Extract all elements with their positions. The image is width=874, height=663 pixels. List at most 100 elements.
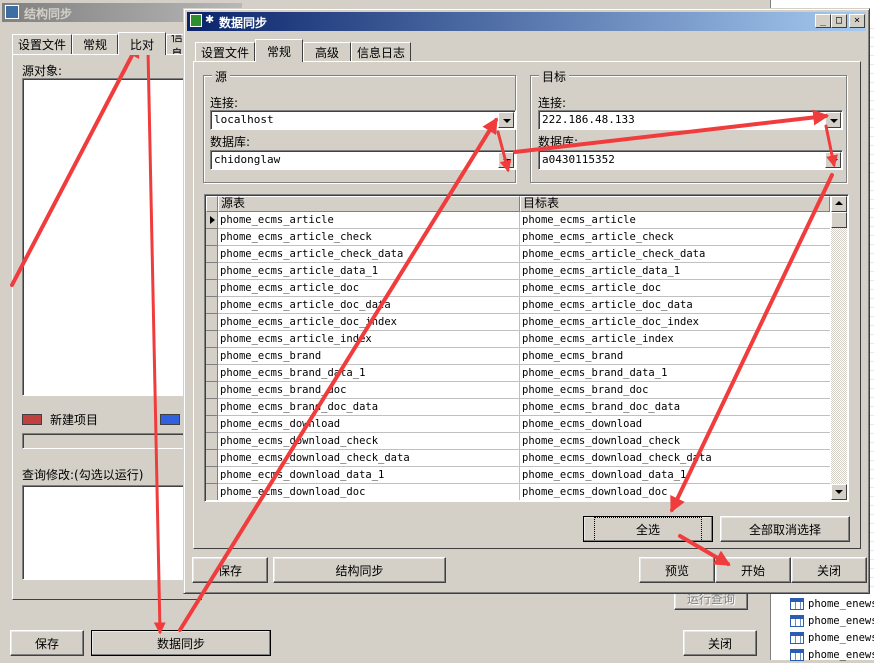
tab-advanced[interactable]: 高级	[303, 42, 351, 62]
table-row[interactable]: phome_ecms_download_data_1 phome_ecms_dow…	[206, 467, 830, 484]
row-indicator[interactable]	[206, 280, 218, 297]
row-indicator[interactable]	[206, 246, 218, 263]
select-all-button[interactable]: 全选	[583, 516, 713, 542]
table-row[interactable]: phome_ecms_brand_data_1 phome_ecms_brand_…	[206, 365, 830, 382]
bg-tab-general[interactable]: 常规	[72, 34, 118, 54]
maximize-button[interactable]: □	[831, 14, 847, 28]
dialog-close-button[interactable]: 关闭	[791, 557, 867, 583]
chevron-down-icon[interactable]	[825, 112, 841, 128]
source-table-cell[interactable]: phome_ecms_article_index	[218, 331, 520, 348]
target-table-cell[interactable]: phome_ecms_download_check_data	[520, 450, 830, 467]
minimize-button[interactable]: _	[815, 14, 831, 28]
row-indicator[interactable]	[206, 467, 218, 484]
grid-header-source[interactable]: 源表	[218, 196, 520, 212]
chevron-down-icon[interactable]	[825, 152, 841, 168]
row-indicator[interactable]	[206, 399, 218, 416]
row-indicator[interactable]	[206, 433, 218, 450]
target-table-cell[interactable]: phome_ecms_article_data_1	[520, 263, 830, 280]
target-table-cell[interactable]: phome_ecms_brand_data_1	[520, 365, 830, 382]
target-table-cell[interactable]: phome_ecms_article_doc_data	[520, 297, 830, 314]
chevron-down-icon[interactable]	[498, 152, 514, 168]
table-row[interactable]: phome_ecms_brand phome_ecms_brand	[206, 348, 830, 365]
source-table-cell[interactable]: phome_ecms_article_doc_data	[218, 297, 520, 314]
row-indicator[interactable]	[206, 382, 218, 399]
list-item[interactable]: phome_enews	[787, 595, 874, 612]
dialog-save-button[interactable]: 保存	[192, 557, 268, 583]
bg-close-button[interactable]: 关闭	[683, 630, 757, 656]
row-indicator[interactable]	[206, 229, 218, 246]
scroll-up-button[interactable]	[831, 196, 847, 212]
source-table-cell[interactable]: phome_ecms_article_data_1	[218, 263, 520, 280]
target-table-cell[interactable]: phome_ecms_article_index	[520, 331, 830, 348]
scroll-down-button[interactable]	[831, 484, 847, 500]
source-table-cell[interactable]: phome_ecms_brand_doc	[218, 382, 520, 399]
row-indicator[interactable]	[206, 263, 218, 280]
source-connection-combo[interactable]: localhost	[210, 110, 516, 130]
query-modify-list[interactable]	[22, 485, 197, 580]
table-row[interactable]: phome_ecms_download_doc phome_ecms_downlo…	[206, 484, 830, 500]
data-sync-button[interactable]: 数据同步	[91, 630, 271, 656]
table-row[interactable]: phome_ecms_article_doc_index phome_ecms_a…	[206, 314, 830, 331]
table-row[interactable]: phome_ecms_brand_doc phome_ecms_brand_doc	[206, 382, 830, 399]
row-indicator[interactable]	[206, 348, 218, 365]
target-table-cell[interactable]: phome_ecms_download	[520, 416, 830, 433]
table-row[interactable]: phome_ecms_download_check_data phome_ecms…	[206, 450, 830, 467]
source-table-cell[interactable]: phome_ecms_brand_data_1	[218, 365, 520, 382]
table-row[interactable]: phome_ecms_article_doc phome_ecms_article…	[206, 280, 830, 297]
close-icon[interactable]: ×	[849, 14, 865, 28]
tab-info-log[interactable]: 信息日志	[351, 42, 411, 62]
source-objects-list[interactable]	[22, 78, 197, 396]
table-row[interactable]: phome_ecms_article_check_data phome_ecms_…	[206, 246, 830, 263]
target-table-cell[interactable]: phome_ecms_article_doc_index	[520, 314, 830, 331]
source-table-cell[interactable]: phome_ecms_brand	[218, 348, 520, 365]
table-row[interactable]: phome_ecms_download_check phome_ecms_down…	[206, 433, 830, 450]
source-table-cell[interactable]: phome_ecms_download_check	[218, 433, 520, 450]
source-database-combo[interactable]: chidonglaw	[210, 150, 516, 170]
target-table-cell[interactable]: phome_ecms_article_doc	[520, 280, 830, 297]
table-row[interactable]: phome_ecms_article_index phome_ecms_artic…	[206, 331, 830, 348]
table-row[interactable]: phome_ecms_article phome_ecms_article	[206, 212, 830, 229]
target-table-cell[interactable]: phome_ecms_brand_doc	[520, 382, 830, 399]
target-connection-combo[interactable]: 222.186.48.133	[538, 110, 843, 130]
list-item[interactable]: phome_enews	[787, 612, 874, 629]
source-table-cell[interactable]: phome_ecms_download_data_1	[218, 467, 520, 484]
source-table-cell[interactable]: phome_ecms_article	[218, 212, 520, 229]
target-table-cell[interactable]: phome_ecms_article_check_data	[520, 246, 830, 263]
source-table-cell[interactable]: phome_ecms_article_doc_index	[218, 314, 520, 331]
target-table-cell[interactable]: phome_ecms_brand	[520, 348, 830, 365]
table-mapping-grid[interactable]: 源表 目标表 phome_ecms_article phome_ecms_arti…	[204, 194, 849, 502]
structure-sync-button[interactable]: 结构同步	[273, 557, 446, 583]
grid-scrollbar[interactable]	[831, 196, 847, 500]
list-item[interactable]: phome_enews	[787, 629, 874, 646]
table-row[interactable]: phome_ecms_brand_doc_data phome_ecms_bran…	[206, 399, 830, 416]
table-row[interactable]: phome_ecms_article_data_1 phome_ecms_arti…	[206, 263, 830, 280]
chevron-down-icon[interactable]	[498, 112, 514, 128]
source-table-cell[interactable]: phome_ecms_article_check	[218, 229, 520, 246]
bg-tab-settings-file[interactable]: 设置文件	[12, 34, 72, 54]
scroll-thumb[interactable]	[831, 212, 847, 228]
source-table-cell[interactable]: phome_ecms_download	[218, 416, 520, 433]
grid-header-target[interactable]: 目标表	[520, 196, 830, 212]
target-table-cell[interactable]: phome_ecms_brand_doc_data	[520, 399, 830, 416]
table-row[interactable]: phome_ecms_article_doc_data phome_ecms_ar…	[206, 297, 830, 314]
bg-save-button[interactable]: 保存	[10, 630, 84, 656]
source-table-cell[interactable]: phome_ecms_brand_doc_data	[218, 399, 520, 416]
target-table-cell[interactable]: phome_ecms_download_check	[520, 433, 830, 450]
row-indicator[interactable]	[206, 212, 218, 229]
target-table-cell[interactable]: phome_ecms_article_check	[520, 229, 830, 246]
tab-settings-file[interactable]: 设置文件	[195, 42, 255, 62]
row-indicator[interactable]	[206, 416, 218, 433]
source-table-cell[interactable]: phome_ecms_download_doc	[218, 484, 520, 500]
table-row[interactable]: phome_ecms_article_check phome_ecms_artic…	[206, 229, 830, 246]
row-indicator[interactable]	[206, 331, 218, 348]
preview-button[interactable]: 预览	[639, 557, 715, 583]
list-item[interactable]: phome_enews	[787, 646, 874, 663]
row-indicator[interactable]	[206, 365, 218, 382]
target-table-cell[interactable]: phome_ecms_article	[520, 212, 830, 229]
tab-general[interactable]: 常规	[255, 39, 303, 62]
table-row[interactable]: phome_ecms_download phome_ecms_download	[206, 416, 830, 433]
row-indicator[interactable]	[206, 297, 218, 314]
bg-tab-compare[interactable]: 比对	[118, 32, 166, 55]
row-indicator[interactable]	[206, 450, 218, 467]
target-table-cell[interactable]: phome_ecms_download_doc	[520, 484, 830, 500]
